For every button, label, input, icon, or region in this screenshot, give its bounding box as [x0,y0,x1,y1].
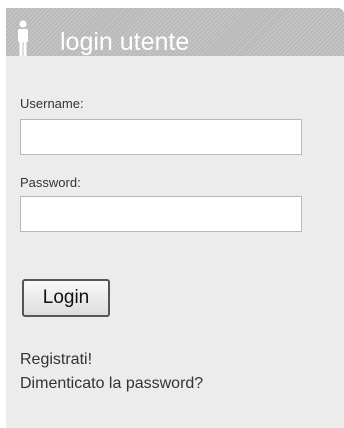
username-input[interactable] [20,119,302,155]
forgot-password-link[interactable]: Dimenticato la password? [20,374,203,394]
panel-header: login utente [6,8,344,56]
panel-title: login utente [60,28,190,56]
password-input[interactable] [20,196,302,232]
login-button[interactable]: Login [22,279,110,317]
register-link[interactable]: Registrati! [20,350,92,370]
username-label: Username: [20,96,84,111]
login-panel: login utente Username: Password: Login R… [6,8,344,428]
user-icon [18,20,28,56]
password-label: Password: [20,175,81,190]
